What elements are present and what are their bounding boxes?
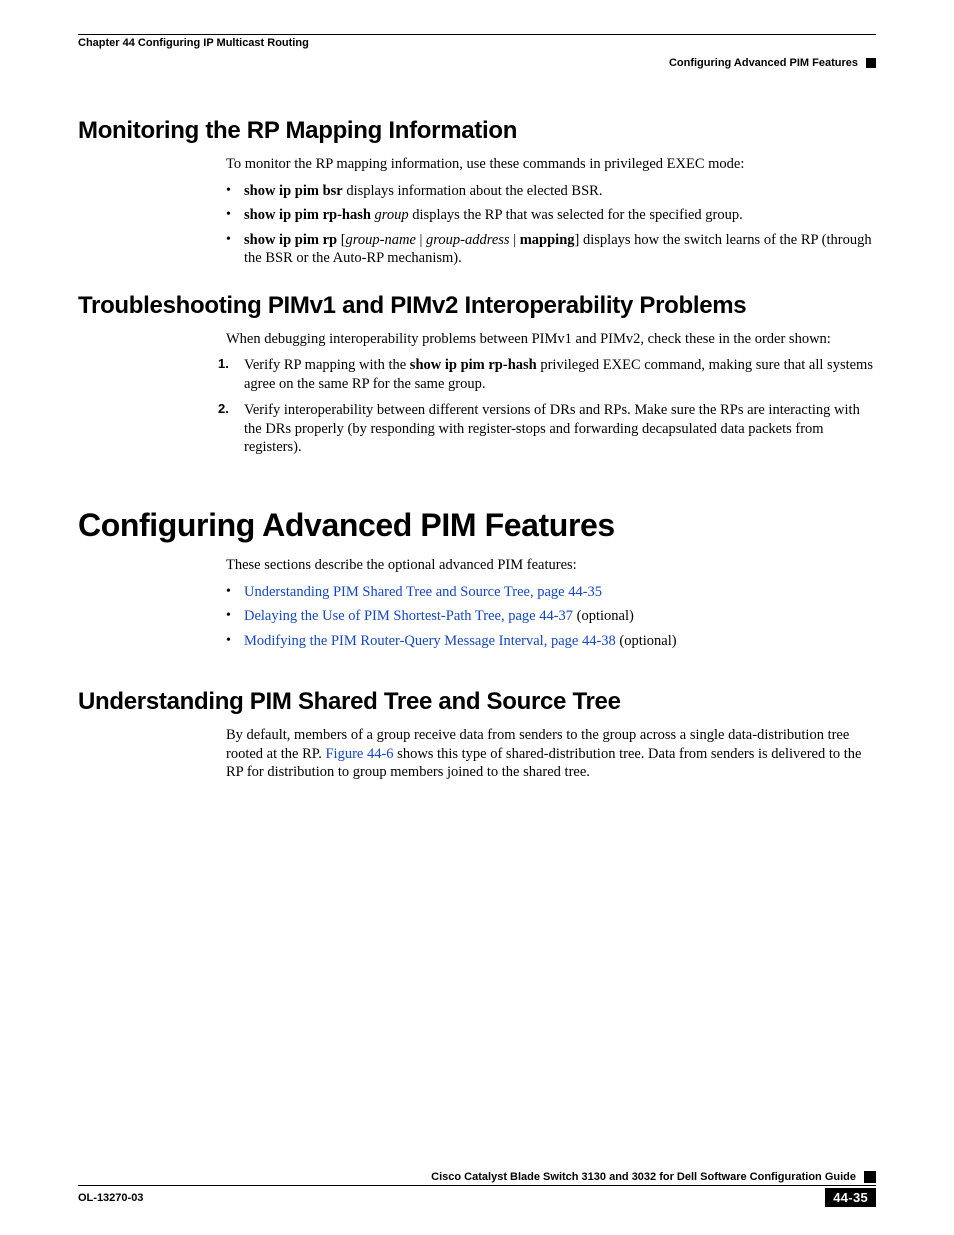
- link-delaying-spt[interactable]: Delaying the Use of PIM Shortest-Path Tr…: [244, 608, 573, 624]
- link-understanding-shared-tree[interactable]: Understanding PIM Shared Tree and Source…: [244, 584, 602, 600]
- bullet-list-s3: Understanding PIM Shared Tree and Source…: [226, 583, 876, 651]
- footer-marker-icon: [864, 1171, 876, 1183]
- heading-configuring-advanced-pim: Configuring Advanced PIM Features: [78, 507, 876, 544]
- step-s2-2: 2. Verify interoperability between diffe…: [210, 401, 876, 457]
- text: |: [416, 232, 426, 248]
- text: displays information about the elected B…: [343, 183, 603, 199]
- document-number: OL-13270-03: [78, 1192, 143, 1204]
- bullet-s3-2: Delaying the Use of PIM Shortest-Path Tr…: [226, 607, 876, 626]
- heading-monitoring-rp: Monitoring the RP Mapping Information: [78, 117, 876, 145]
- para-s3-intro: These sections describe the optional adv…: [226, 556, 876, 575]
- para-s4-body: By default, members of a group receive d…: [226, 726, 876, 782]
- para-s1-intro: To monitor the RP mapping information, u…: [226, 155, 876, 174]
- text-optional: (optional): [616, 633, 677, 649]
- step-s2-1: 1. Verify RP mapping with the show ip pi…: [210, 356, 876, 393]
- cmd-show-ip-pim-rp: show ip pim rp: [244, 232, 337, 248]
- arg-group: group: [371, 207, 409, 223]
- ordered-list-s2: 1. Verify RP mapping with the show ip pi…: [210, 356, 876, 457]
- heading-understanding-shared-tree: Understanding PIM Shared Tree and Source…: [78, 688, 876, 716]
- bullet-list-s1: show ip pim bsr displays information abo…: [226, 182, 876, 268]
- page-footer: Cisco Catalyst Blade Switch 3130 and 303…: [78, 1171, 876, 1207]
- text: Verify interoperability between differen…: [244, 402, 860, 455]
- link-modifying-router-query[interactable]: Modifying the PIM Router-Query Message I…: [244, 633, 616, 649]
- link-figure-44-6[interactable]: Figure 44-6: [325, 746, 393, 762]
- step-number: 2.: [218, 401, 229, 418]
- bullet-s1-3: show ip pim rp [group-name | group-addre…: [226, 231, 876, 268]
- cmd-show-ip-pim-rp-hash: show ip pim rp-hash: [410, 357, 537, 373]
- header-marker-icon: [866, 58, 876, 68]
- text: displays the RP that was selected for th…: [409, 207, 743, 223]
- kw-mapping: mapping: [520, 232, 575, 248]
- page-number: 44-35: [825, 1188, 876, 1207]
- arg-group-name: group-name: [346, 232, 416, 248]
- text: Verify RP mapping with the: [244, 357, 410, 373]
- publication-title: Cisco Catalyst Blade Switch 3130 and 303…: [431, 1171, 856, 1183]
- running-header: Chapter 44 Configuring IP Multicast Rout…: [78, 34, 876, 69]
- text: |: [510, 232, 520, 248]
- para-s2-intro: When debugging interoperability problems…: [226, 330, 876, 349]
- arg-group-address: group-address: [426, 232, 510, 248]
- bullet-s3-3: Modifying the PIM Router-Query Message I…: [226, 632, 876, 651]
- bullet-s1-1: show ip pim bsr displays information abo…: [226, 182, 876, 201]
- chapter-label: Chapter 44 Configuring IP Multicast Rout…: [78, 37, 309, 49]
- step-number: 1.: [218, 356, 229, 373]
- bullet-s1-2: show ip pim rp-hash group displays the R…: [226, 206, 876, 225]
- text: [: [337, 232, 345, 248]
- bullet-s3-1: Understanding PIM Shared Tree and Source…: [226, 583, 876, 602]
- text-optional: (optional): [573, 608, 634, 624]
- heading-troubleshooting-interop: Troubleshooting PIMv1 and PIMv2 Interope…: [78, 292, 876, 320]
- cmd-show-ip-pim-bsr: show ip pim bsr: [244, 183, 343, 199]
- cmd-show-ip-pim-rp-hash: show ip pim rp-hash: [244, 207, 371, 223]
- section-label: Configuring Advanced PIM Features: [669, 57, 858, 69]
